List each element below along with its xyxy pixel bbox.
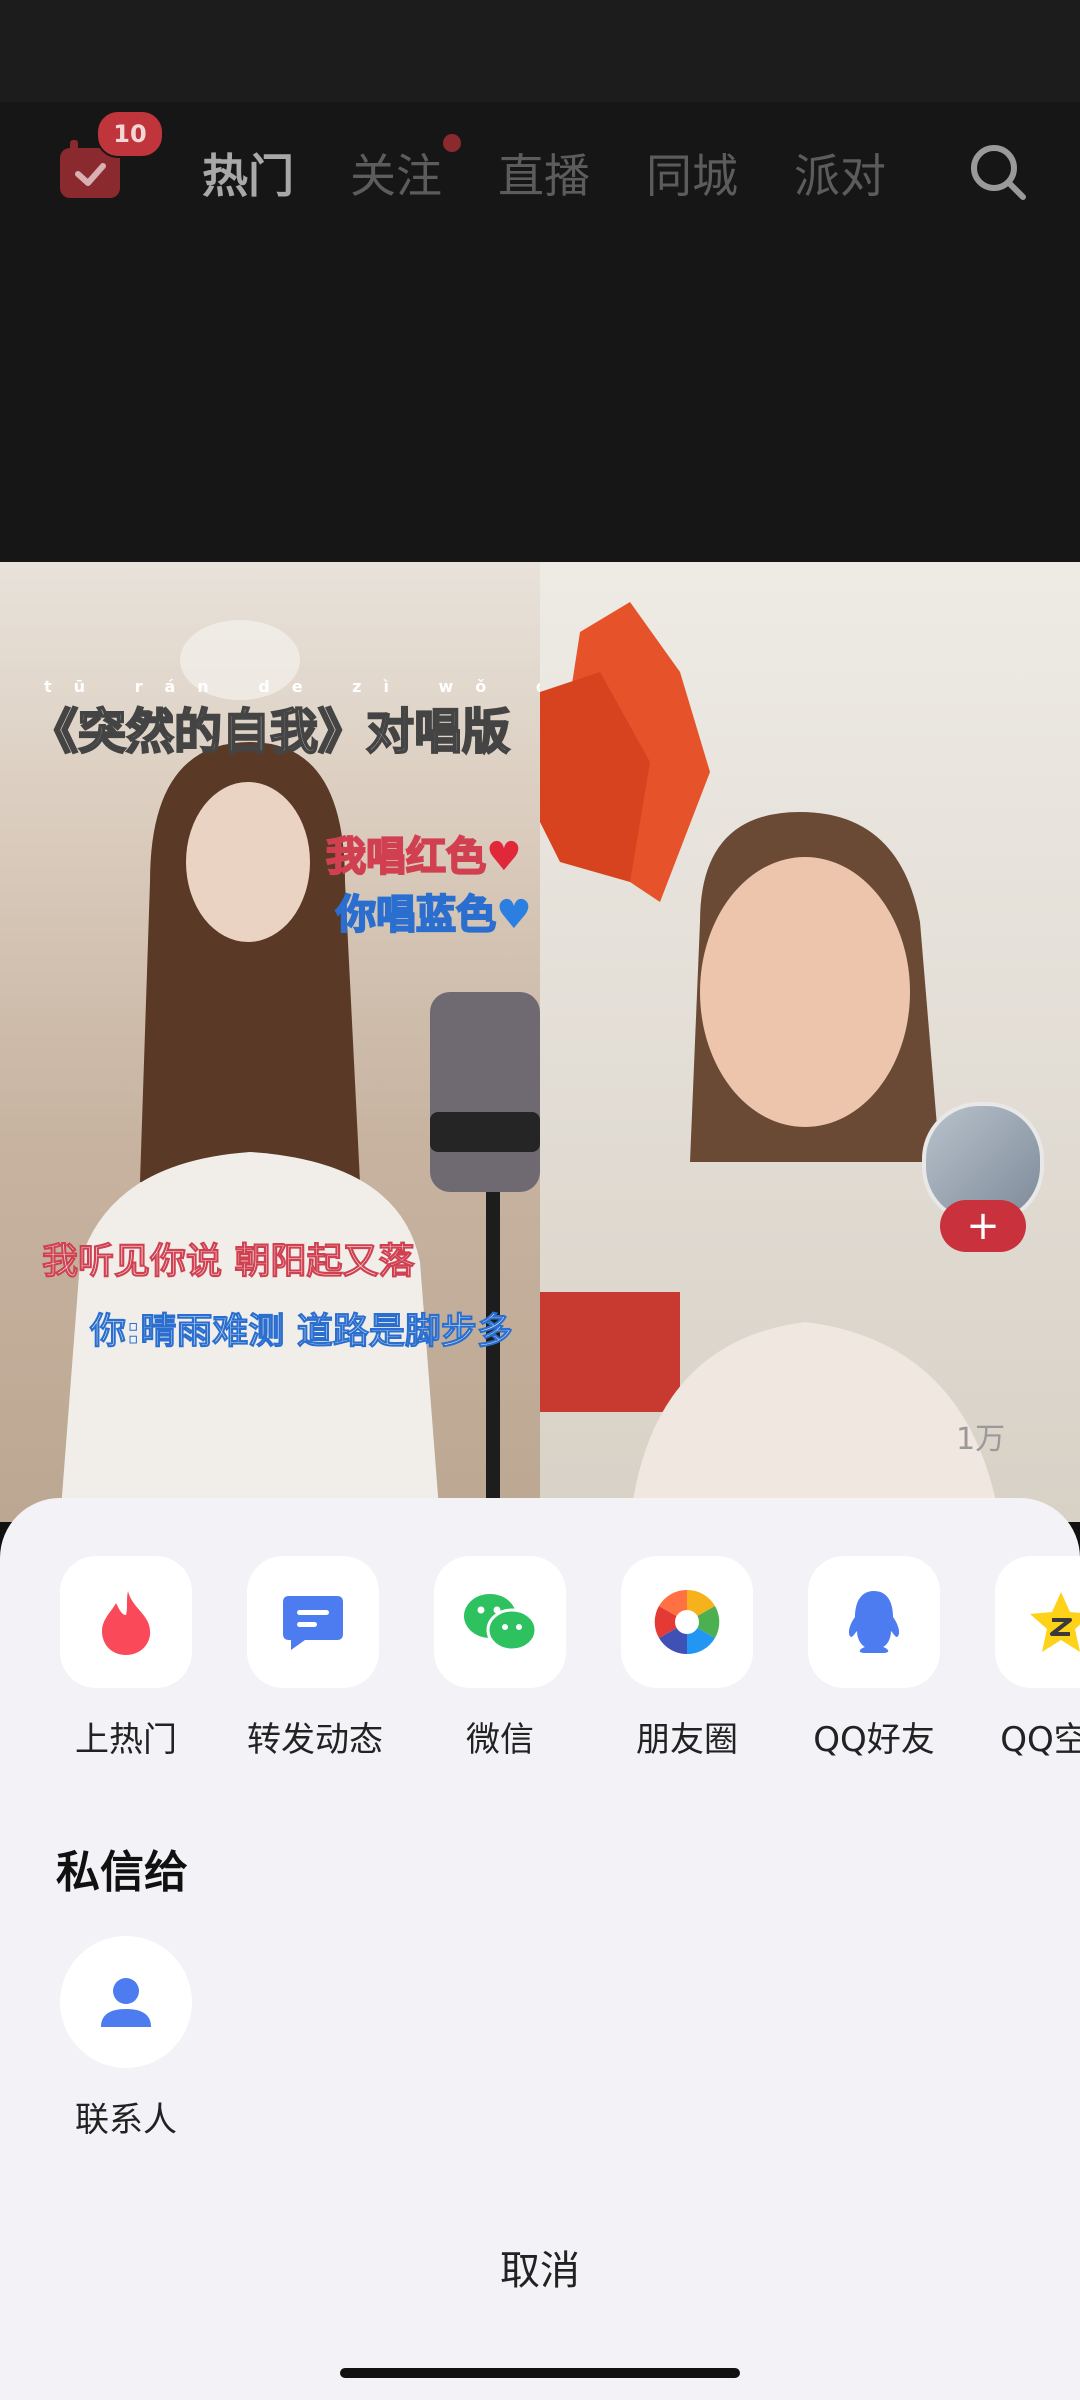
duet-figure: [540, 602, 1000, 1522]
share-moments[interactable]: 朋友圈: [621, 1556, 753, 1761]
video-title: 《突然的自我》对唱版: [29, 703, 511, 761]
tab-following[interactable]: 关注: [350, 140, 442, 206]
status-bar: [0, 0, 1080, 102]
video-left-panel: tū rán de zì wǒ duì chàng bǎn 《突然的自我》对唱版…: [0, 562, 927, 1522]
share-wechat[interactable]: 微信: [434, 1556, 566, 1761]
caption-red-text: 我唱红色: [325, 833, 487, 881]
tab-live[interactable]: 直播: [498, 140, 590, 206]
qzone-icon: [995, 1556, 1080, 1688]
cancel-button[interactable]: 取消: [0, 2238, 1080, 2296]
person-icon: [60, 1936, 192, 2068]
share-qq[interactable]: QQ好友: [808, 1556, 940, 1761]
caption-blue-text: 你唱蓝色: [335, 891, 497, 939]
home-indicator: [340, 2368, 740, 2378]
section-title: 私信给: [56, 1847, 188, 1898]
contacts-label: 联系人: [75, 2100, 177, 2140]
calendar-badge: 10: [96, 110, 164, 158]
search-icon[interactable]: [968, 142, 1028, 202]
share-qzone[interactable]: QQ空间: [995, 1556, 1080, 1761]
qq-icon: [808, 1556, 940, 1688]
moments-icon: [621, 1556, 753, 1688]
follow-button[interactable]: +: [940, 1200, 1026, 1252]
red-heart-icon: ♥: [486, 834, 522, 880]
message-icon: [247, 1556, 379, 1688]
blue-heart-icon: ♥: [496, 892, 532, 938]
share-hot[interactable]: 上热门: [60, 1556, 192, 1761]
share-label: 微信: [466, 1720, 534, 1760]
notification-dot: [443, 134, 461, 152]
caption-red: 我唱红色♥: [325, 824, 522, 882]
share-label: QQ好友: [813, 1720, 935, 1760]
wechat-icon: [434, 1556, 566, 1688]
caption-blue: 你唱蓝色♥: [335, 882, 532, 940]
share-label: 转发动态: [247, 1720, 383, 1760]
share-repost[interactable]: 转发动态: [247, 1556, 383, 1761]
like-count: 1万: [956, 1422, 1006, 1457]
tab-party[interactable]: 派对: [794, 140, 886, 206]
contacts-button[interactable]: 联系人: [60, 1936, 192, 2141]
tab-hot[interactable]: 热门: [202, 140, 294, 206]
share-label: 朋友圈: [636, 1720, 738, 1760]
tab-nearby[interactable]: 同城: [646, 140, 738, 206]
share-sheet: 上热门 转发动态 微信 朋友圈 QQ好友 QQ空 私信给 联系人 取消: [0, 1498, 1080, 2400]
share-label: QQ空间: [1000, 1720, 1080, 1760]
video-player[interactable]: tū rán de zì wǒ duì chàng bǎn 《突然的自我》对唱版…: [0, 562, 1080, 1522]
flame-icon: [60, 1556, 192, 1688]
video-right-panel: [540, 562, 1080, 1522]
share-label: 上热门: [75, 1720, 177, 1760]
lyric-line-1: 我听见你说 朝阳起又落: [42, 1241, 416, 1283]
lyric-line-2: 你:晴雨难测 道路是脚步多: [90, 1311, 514, 1353]
